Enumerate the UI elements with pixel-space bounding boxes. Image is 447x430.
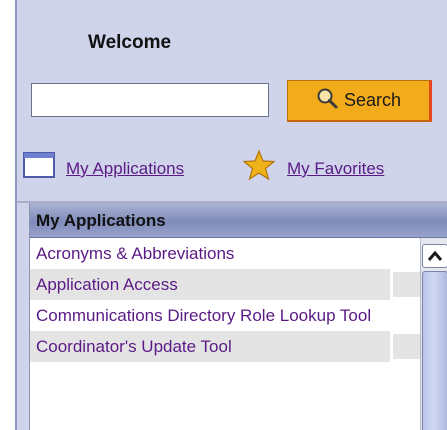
panel-title: My Applications: [36, 211, 166, 230]
list-item-action-cell: [393, 334, 420, 359]
star-icon: [242, 149, 276, 186]
search-input[interactable]: [31, 83, 269, 117]
list-item[interactable]: Communications Directory Role Lookup Too…: [30, 300, 420, 331]
nav-links: My Applications My Favorites: [19, 149, 447, 186]
list-item-label[interactable]: Application Access: [30, 269, 390, 300]
list-item-action-cell: [393, 272, 420, 297]
my-favorites-link[interactable]: My Favorites: [287, 159, 384, 179]
my-applications-panel: My Applications Acronyms & Abbreviations…: [29, 203, 447, 430]
portal-sidebar: Welcome Search My Applications My Favori…: [15, 0, 447, 430]
list-item[interactable]: Acronyms & Abbreviations: [30, 238, 420, 269]
panel-header: My Applications: [30, 203, 447, 238]
list-item[interactable]: Coordinator's Update Tool: [30, 331, 420, 362]
magnifier-icon: [316, 87, 338, 114]
list-item-label[interactable]: Coordinator's Update Tool: [30, 331, 390, 362]
vertical-scrollbar[interactable]: [420, 238, 447, 430]
list-item[interactable]: Application Access: [30, 269, 420, 300]
window-icon: [23, 152, 55, 183]
scroll-up-arrow-icon[interactable]: [422, 244, 447, 268]
welcome-heading: Welcome: [88, 32, 172, 53]
search-button[interactable]: Search: [287, 80, 432, 122]
list-item-label[interactable]: Communications Directory Role Lookup Too…: [30, 300, 420, 331]
scroll-thumb[interactable]: [422, 271, 447, 430]
search-button-label: Search: [343, 90, 402, 110]
my-applications-link[interactable]: My Applications: [66, 159, 184, 179]
applications-list: Acronyms & Abbreviations Application Acc…: [30, 238, 420, 362]
list-item-label[interactable]: Acronyms & Abbreviations: [30, 238, 420, 269]
